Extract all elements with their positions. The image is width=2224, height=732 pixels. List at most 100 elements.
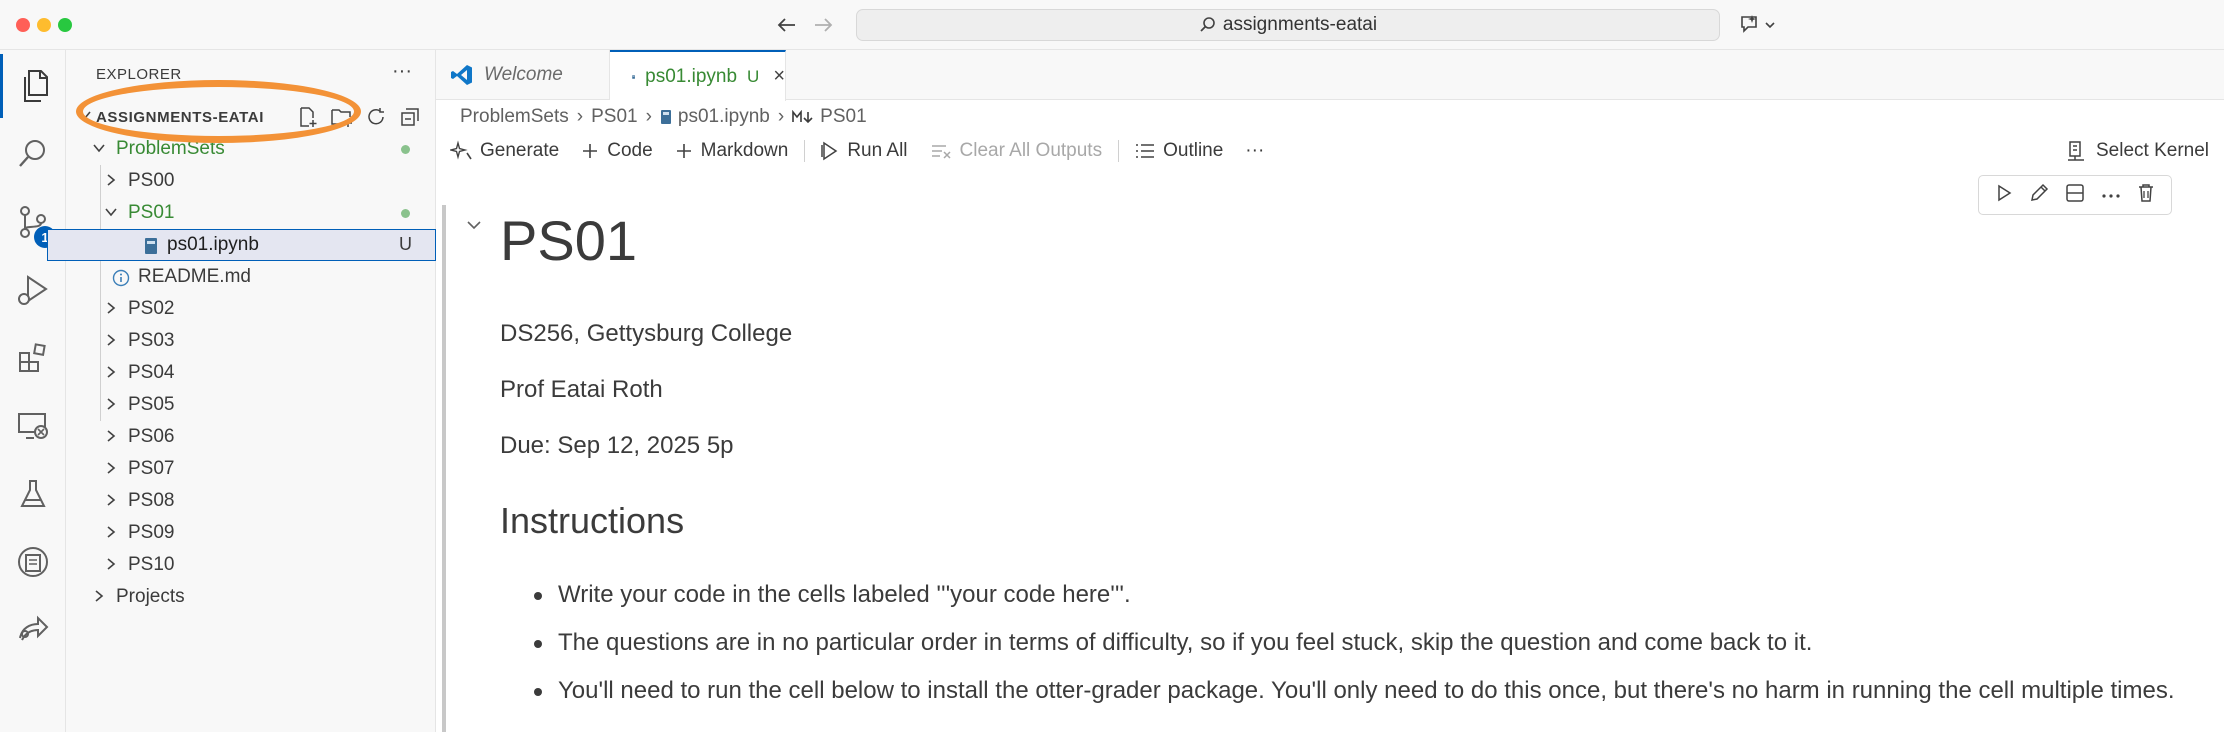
select-kernel-button[interactable]: Select Kernel [2066,136,2209,166]
outline-label: Outline [1163,140,1224,161]
tab-label: ps01.ipynb [645,65,738,87]
refresh-icon[interactable] [362,105,390,129]
chevron-right-icon: › [777,106,785,127]
run-debug-icon[interactable] [0,258,66,322]
extensions-icon[interactable] [0,326,66,390]
live-share-icon[interactable] [0,598,66,662]
chevron-right-icon: › [576,106,584,127]
breadcrumb-item[interactable]: ps01.ipynb [678,106,770,128]
breadcrumb-item[interactable]: PS01 [591,106,637,128]
command-center-search[interactable]: assignments-eatai [856,9,1720,41]
chevron-right-icon [107,494,116,506]
chevron-right-icon: › [645,106,652,127]
clear-all-outputs-button[interactable]: Clear All Outputs [930,140,1102,162]
run-all-label: Run All [847,140,908,161]
tree-folder-ps06[interactable]: PS06 [66,421,436,453]
github-actions-icon[interactable] [0,530,66,594]
search-activity-icon[interactable] [0,122,66,186]
tab-ps01-ipynb[interactable]: ps01.ipynb U × [610,50,786,101]
tree-folder-ps10[interactable]: PS10 [66,549,436,581]
breadcrumb: ProblemSets › PS01 › ps01.ipynb › PS01 [460,104,867,130]
add-markdown-cell-button[interactable]: Markdown [675,140,788,162]
tree-folder-projects[interactable]: Projects [66,581,436,613]
copilot-icon[interactable] [1738,11,1782,39]
workspace-name: ASSIGNMENTS-EATAI [96,109,264,126]
tree-folder-ps08[interactable]: PS08 [66,485,436,517]
tree-file-ps01-ipynb[interactable]: ps01.ipynb U [47,229,436,261]
toolbar-divider [804,140,806,162]
breadcrumb-item[interactable]: PS01 [820,106,866,128]
chevron-right-icon [107,366,116,378]
maximize-window-button[interactable] [58,18,72,32]
chevron-right-icon [107,398,116,410]
split-cell-icon[interactable] [2065,183,2085,208]
edit-pencil-icon[interactable] [2029,183,2049,208]
list-item: You'll need to run the cell below to ins… [530,676,2180,706]
tree-folder-ps03[interactable]: PS03 [66,325,436,357]
generate-label: Generate [480,140,560,161]
minimize-window-button[interactable] [37,18,51,32]
workspace-header[interactable]: ASSIGNMENTS-EATAI [66,102,436,132]
tree-folder-ps04[interactable]: PS04 [66,357,436,389]
chevron-right-icon [107,526,116,538]
new-file-icon[interactable] [294,105,322,129]
chevron-right-icon [95,590,104,602]
instructions-list: Write your code in the cells labeled '''… [530,580,2180,724]
close-window-button[interactable] [16,18,30,32]
chevron-right-icon [107,174,116,186]
info-icon [112,269,130,287]
run-all-button[interactable]: Run All [821,140,908,162]
explorer-more-actions-icon[interactable]: ··· [392,60,412,83]
list-icon [1136,144,1155,158]
chevron-right-icon [107,430,116,442]
cell-action-bar [1978,175,2172,215]
list-item: Write your code in the cells labeled '''… [530,580,2180,610]
breadcrumb-item[interactable]: ProblemSets [460,106,569,128]
title-bar: assignments-eatai [0,0,2224,50]
tree-label: PS07 [128,458,175,479]
execute-cell-icon[interactable] [1995,183,2013,208]
editor-tab-bar: Welcome ps01.ipynb U × [436,50,2224,101]
markdown-icon [792,110,813,124]
plus-icon [583,144,598,158]
git-untracked-badge: U [399,234,412,254]
tree-label: PS08 [128,490,175,511]
tree-folder-ps09[interactable]: PS09 [66,517,436,549]
remote-explorer-icon[interactable] [0,394,66,458]
notebook-file-icon [145,238,157,254]
tree-label: PS05 [128,394,175,415]
collapse-all-icon[interactable] [396,105,424,129]
chevron-right-icon [107,558,116,570]
instructions-heading: Instructions [500,500,685,541]
tree-folder-ps01[interactable]: PS01 [66,197,436,229]
delete-cell-icon[interactable] [2137,183,2155,208]
tab-welcome[interactable]: Welcome [436,50,610,100]
outline-button[interactable]: Outline [1135,140,1223,162]
tree-label: PS04 [128,362,175,383]
generate-button[interactable]: Generate [450,140,559,162]
tab-untracked-badge: U [747,66,760,86]
more-cell-actions-icon[interactable] [2101,186,2121,204]
tree-folder-ps02[interactable]: PS02 [66,293,436,325]
activity-bar: 1 [0,50,66,732]
select-kernel-label: Select Kernel [2096,140,2210,161]
tree-label: PS06 [128,426,175,447]
tree-folder-ps07[interactable]: PS07 [66,453,436,485]
tree-folder-ps05[interactable]: PS05 [66,389,436,421]
tree-folder-problemsets[interactable]: ProblemSets [66,133,436,165]
clear-all-icon [931,145,951,159]
chevron-down-icon[interactable] [466,218,482,237]
tab-close-icon[interactable]: × [773,65,785,88]
more-actions-icon[interactable]: ··· [1245,140,1264,162]
testing-icon[interactable] [0,462,66,526]
add-code-cell-button[interactable]: Code [581,140,653,162]
new-folder-icon[interactable] [328,105,356,129]
explorer-icon[interactable] [0,54,66,118]
forward-arrow-icon[interactable] [808,10,838,40]
tree-label: Projects [116,586,185,607]
tree-label: PS01 [128,202,175,223]
vscode-logo-icon [451,65,472,85]
tree-file-readme[interactable]: README.md [66,261,436,293]
back-arrow-icon[interactable] [772,10,802,40]
tree-folder-ps00[interactable]: PS00 [66,165,436,197]
